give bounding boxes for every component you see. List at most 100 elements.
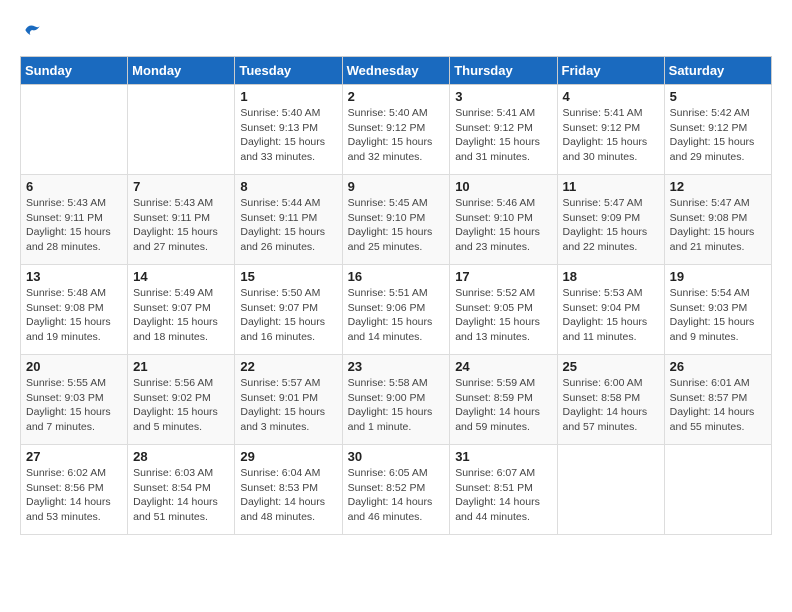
weekday-header-thursday: Thursday [450, 57, 557, 85]
day-detail: Sunrise: 5:56 AM Sunset: 9:02 PM Dayligh… [133, 376, 229, 435]
calendar-week-row: 1 Sunrise: 5:40 AM Sunset: 9:13 PM Daylig… [21, 85, 772, 175]
calendar-cell: 29 Sunrise: 6:04 AM Sunset: 8:53 PM Dayli… [235, 445, 342, 535]
page-header [20, 20, 772, 40]
day-number: 18 [563, 269, 659, 284]
calendar-cell: 23 Sunrise: 5:58 AM Sunset: 9:00 PM Dayli… [342, 355, 450, 445]
day-number: 6 [26, 179, 122, 194]
calendar-week-row: 27Sunrise: 6:02 AM Sunset: 8:56 PM Dayli… [21, 445, 772, 535]
day-detail: Sunrise: 5:46 AM Sunset: 9:10 PM Dayligh… [455, 196, 551, 255]
day-number: 25 [563, 359, 659, 374]
day-number: 4 [563, 89, 659, 104]
calendar-cell: 11 Sunrise: 5:47 AM Sunset: 9:09 PM Dayli… [557, 175, 664, 265]
day-number: 15 [240, 269, 336, 284]
calendar-cell: 24Sunrise: 5:59 AM Sunset: 8:59 PM Dayli… [450, 355, 557, 445]
day-number: 30 [348, 449, 445, 464]
calendar-cell: 9 Sunrise: 5:45 AM Sunset: 9:10 PM Daylig… [342, 175, 450, 265]
calendar-cell: 12 Sunrise: 5:47 AM Sunset: 9:08 PM Dayli… [664, 175, 771, 265]
weekday-header-wednesday: Wednesday [342, 57, 450, 85]
calendar-cell: 26 Sunrise: 6:01 AM Sunset: 8:57 PM Dayli… [664, 355, 771, 445]
calendar-body: 1 Sunrise: 5:40 AM Sunset: 9:13 PM Daylig… [21, 85, 772, 535]
calendar-cell: 20 Sunrise: 5:55 AM Sunset: 9:03 PM Dayli… [21, 355, 128, 445]
day-number: 31 [455, 449, 551, 464]
weekday-header-monday: Monday [128, 57, 235, 85]
day-detail: Sunrise: 6:05 AM Sunset: 8:52 PM Dayligh… [348, 466, 445, 525]
calendar-cell [21, 85, 128, 175]
day-detail: Sunrise: 5:43 AM Sunset: 9:11 PM Dayligh… [26, 196, 122, 255]
logo [20, 20, 42, 40]
day-detail: Sunrise: 5:47 AM Sunset: 9:08 PM Dayligh… [670, 196, 766, 255]
calendar-cell: 13Sunrise: 5:48 AM Sunset: 9:08 PM Dayli… [21, 265, 128, 355]
day-detail: Sunrise: 5:47 AM Sunset: 9:09 PM Dayligh… [563, 196, 659, 255]
logo-bird-icon [22, 20, 42, 40]
calendar-cell: 25Sunrise: 6:00 AM Sunset: 8:58 PM Dayli… [557, 355, 664, 445]
day-detail: Sunrise: 5:40 AM Sunset: 9:12 PM Dayligh… [348, 106, 445, 165]
calendar-cell [128, 85, 235, 175]
day-detail: Sunrise: 5:40 AM Sunset: 9:13 PM Dayligh… [240, 106, 336, 165]
day-detail: Sunrise: 5:42 AM Sunset: 9:12 PM Dayligh… [670, 106, 766, 165]
calendar-week-row: 13Sunrise: 5:48 AM Sunset: 9:08 PM Dayli… [21, 265, 772, 355]
calendar-cell: 7 Sunrise: 5:43 AM Sunset: 9:11 PM Daylig… [128, 175, 235, 265]
day-number: 29 [240, 449, 336, 464]
day-number: 12 [670, 179, 766, 194]
calendar-cell: 17 Sunrise: 5:52 AM Sunset: 9:05 PM Dayli… [450, 265, 557, 355]
day-number: 11 [563, 179, 659, 194]
day-detail: Sunrise: 5:49 AM Sunset: 9:07 PM Dayligh… [133, 286, 229, 345]
calendar-cell: 28 Sunrise: 6:03 AM Sunset: 8:54 PM Dayli… [128, 445, 235, 535]
day-detail: Sunrise: 5:52 AM Sunset: 9:05 PM Dayligh… [455, 286, 551, 345]
weekday-header-sunday: Sunday [21, 57, 128, 85]
calendar-cell: 16Sunrise: 5:51 AM Sunset: 9:06 PM Dayli… [342, 265, 450, 355]
calendar-cell: 14 Sunrise: 5:49 AM Sunset: 9:07 PM Dayli… [128, 265, 235, 355]
day-number: 19 [670, 269, 766, 284]
calendar-cell [557, 445, 664, 535]
calendar-table: SundayMondayTuesdayWednesdayThursdayFrid… [20, 56, 772, 535]
calendar-cell: 21Sunrise: 5:56 AM Sunset: 9:02 PM Dayli… [128, 355, 235, 445]
calendar-cell: 4 Sunrise: 5:41 AM Sunset: 9:12 PM Daylig… [557, 85, 664, 175]
day-number: 20 [26, 359, 122, 374]
calendar-cell: 6 Sunrise: 5:43 AM Sunset: 9:11 PM Daylig… [21, 175, 128, 265]
day-detail: Sunrise: 5:43 AM Sunset: 9:11 PM Dayligh… [133, 196, 229, 255]
calendar-cell: 5 Sunrise: 5:42 AM Sunset: 9:12 PM Daylig… [664, 85, 771, 175]
day-number: 7 [133, 179, 229, 194]
calendar-week-row: 20 Sunrise: 5:55 AM Sunset: 9:03 PM Dayli… [21, 355, 772, 445]
calendar-cell: 30 Sunrise: 6:05 AM Sunset: 8:52 PM Dayli… [342, 445, 450, 535]
day-number: 16 [348, 269, 445, 284]
day-number: 3 [455, 89, 551, 104]
day-detail: Sunrise: 5:41 AM Sunset: 9:12 PM Dayligh… [563, 106, 659, 165]
day-number: 5 [670, 89, 766, 104]
calendar-cell: 15 Sunrise: 5:50 AM Sunset: 9:07 PM Dayli… [235, 265, 342, 355]
day-detail: Sunrise: 5:54 AM Sunset: 9:03 PM Dayligh… [670, 286, 766, 345]
day-number: 9 [348, 179, 445, 194]
weekday-header-friday: Friday [557, 57, 664, 85]
calendar-cell: 22 Sunrise: 5:57 AM Sunset: 9:01 PM Dayli… [235, 355, 342, 445]
day-detail: Sunrise: 5:55 AM Sunset: 9:03 PM Dayligh… [26, 376, 122, 435]
day-detail: Sunrise: 6:01 AM Sunset: 8:57 PM Dayligh… [670, 376, 766, 435]
calendar-cell: 2Sunrise: 5:40 AM Sunset: 9:12 PM Daylig… [342, 85, 450, 175]
calendar-week-row: 6 Sunrise: 5:43 AM Sunset: 9:11 PM Daylig… [21, 175, 772, 265]
day-detail: Sunrise: 6:04 AM Sunset: 8:53 PM Dayligh… [240, 466, 336, 525]
day-detail: Sunrise: 5:48 AM Sunset: 9:08 PM Dayligh… [26, 286, 122, 345]
calendar-cell [664, 445, 771, 535]
calendar-cell: 19 Sunrise: 5:54 AM Sunset: 9:03 PM Dayli… [664, 265, 771, 355]
calendar-cell: 31Sunrise: 6:07 AM Sunset: 8:51 PM Dayli… [450, 445, 557, 535]
day-number: 26 [670, 359, 766, 374]
day-detail: Sunrise: 6:02 AM Sunset: 8:56 PM Dayligh… [26, 466, 122, 525]
day-number: 23 [348, 359, 445, 374]
calendar-cell: 27Sunrise: 6:02 AM Sunset: 8:56 PM Dayli… [21, 445, 128, 535]
day-detail: Sunrise: 5:58 AM Sunset: 9:00 PM Dayligh… [348, 376, 445, 435]
day-detail: Sunrise: 5:44 AM Sunset: 9:11 PM Dayligh… [240, 196, 336, 255]
day-number: 28 [133, 449, 229, 464]
calendar-cell: 10 Sunrise: 5:46 AM Sunset: 9:10 PM Dayli… [450, 175, 557, 265]
day-detail: Sunrise: 5:57 AM Sunset: 9:01 PM Dayligh… [240, 376, 336, 435]
day-number: 22 [240, 359, 336, 374]
day-number: 1 [240, 89, 336, 104]
day-number: 10 [455, 179, 551, 194]
calendar-cell: 8Sunrise: 5:44 AM Sunset: 9:11 PM Daylig… [235, 175, 342, 265]
day-detail: Sunrise: 5:50 AM Sunset: 9:07 PM Dayligh… [240, 286, 336, 345]
day-number: 14 [133, 269, 229, 284]
day-number: 17 [455, 269, 551, 284]
day-detail: Sunrise: 5:41 AM Sunset: 9:12 PM Dayligh… [455, 106, 551, 165]
day-number: 24 [455, 359, 551, 374]
day-detail: Sunrise: 5:45 AM Sunset: 9:10 PM Dayligh… [348, 196, 445, 255]
weekday-header-tuesday: Tuesday [235, 57, 342, 85]
day-detail: Sunrise: 6:03 AM Sunset: 8:54 PM Dayligh… [133, 466, 229, 525]
